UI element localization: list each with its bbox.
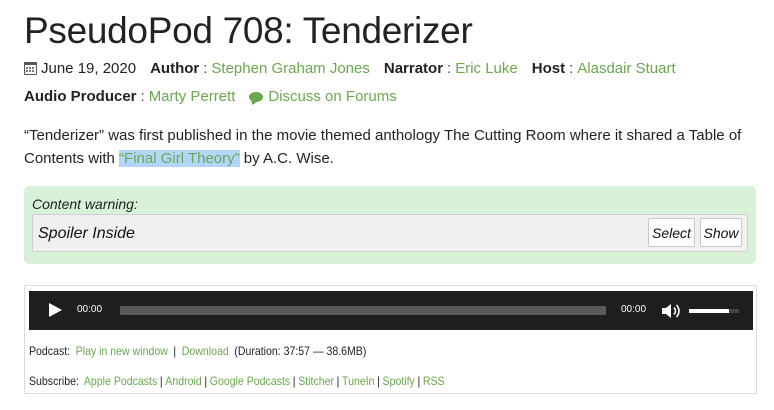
calendar-icon — [24, 62, 37, 75]
final-girl-theory-link[interactable]: “Final Girl Theory” — [119, 150, 240, 167]
author-link[interactable]: Stephen Graham Jones — [211, 60, 369, 77]
volume-icon[interactable] — [661, 303, 683, 319]
subscribe-android[interactable]: Android — [165, 374, 201, 388]
audio-player: 00:00 00:00 — [29, 291, 753, 330]
current-time: 00:00 — [77, 304, 103, 315]
select-button[interactable]: Select — [648, 218, 695, 247]
producer-label: Audio Producer — [24, 88, 137, 105]
producer-link[interactable]: Marty Perrett — [149, 88, 236, 105]
volume-level — [689, 309, 729, 313]
subscribe-tunein[interactable]: TuneIn — [342, 374, 374, 388]
episode-description: “Tenderizer” was first published in the … — [24, 124, 764, 170]
author-separator: : — [203, 60, 208, 77]
comments-icon — [249, 91, 264, 102]
description-text-end: by A.C. Wise. — [239, 150, 334, 167]
post-date: June 19, 2020 — [41, 60, 137, 77]
subscribe-label: Subscribe: — [29, 374, 79, 388]
spoiler-box: Spoiler Inside Select Show — [32, 214, 748, 252]
host-separator: : — [569, 60, 574, 77]
narrator-link[interactable]: Eric Luke — [455, 60, 518, 77]
link-divider: | — [173, 344, 177, 358]
narrator-label: Narrator — [383, 60, 444, 77]
link-divider: | — [377, 374, 380, 388]
post-meta: June 19, 2020 Author : Stephen Graham Jo… — [24, 60, 676, 77]
post-meta-secondary: Audio Producer : Marty Perrett Discuss o… — [24, 88, 397, 105]
subscribe-rss[interactable]: RSS — [423, 374, 445, 388]
volume-slider[interactable] — [689, 309, 739, 313]
page-title: PseudoPod 708: Tenderizer — [24, 10, 473, 51]
duration-info: (Duration: 37:57 — 38.6MB) — [234, 344, 367, 358]
subscribe-apple-podcasts[interactable]: Apple Podcasts — [84, 374, 157, 388]
play-new-window-link[interactable]: Play in new window — [76, 344, 168, 358]
host-label: Host — [531, 60, 566, 77]
progress-track[interactable] — [120, 306, 606, 315]
download-link[interactable]: Download — [182, 344, 229, 358]
link-divider: | — [204, 374, 208, 388]
spoiler-title: Spoiler Inside — [38, 225, 135, 242]
subscribe-google-podcasts[interactable]: Google Podcasts — [210, 374, 290, 388]
link-divider: | — [336, 374, 340, 388]
play-icon[interactable] — [49, 303, 62, 317]
host-link[interactable]: Alasdair Stuart — [577, 60, 675, 77]
content-warning-label: Content warning: — [32, 196, 138, 212]
narrator-separator: : — [447, 60, 452, 77]
content-warning-box: Content warning: Spoiler Inside Select S… — [24, 186, 756, 264]
link-divider: | — [159, 374, 163, 388]
link-divider: | — [417, 374, 421, 388]
podcast-label: Podcast: — [29, 344, 71, 358]
author-label: Author — [150, 60, 200, 77]
subscribe-stitcher[interactable]: Stitcher — [298, 374, 334, 388]
subscribe-spotify[interactable]: Spotify — [383, 374, 415, 388]
producer-separator: : — [140, 88, 145, 105]
podcast-links: Podcast: Play in new window | Download (… — [29, 344, 366, 358]
duration-time: 00:00 — [621, 304, 647, 315]
show-button[interactable]: Show — [700, 218, 742, 247]
link-divider: | — [292, 374, 296, 388]
subscribe-links: Subscribe: Apple Podcasts | Android | Google… — [29, 374, 445, 388]
discuss-forums-link[interactable]: Discuss on Forums — [268, 88, 396, 105]
podcast-box: 00:00 00:00 Podcast: Play in new window … — [24, 285, 757, 394]
